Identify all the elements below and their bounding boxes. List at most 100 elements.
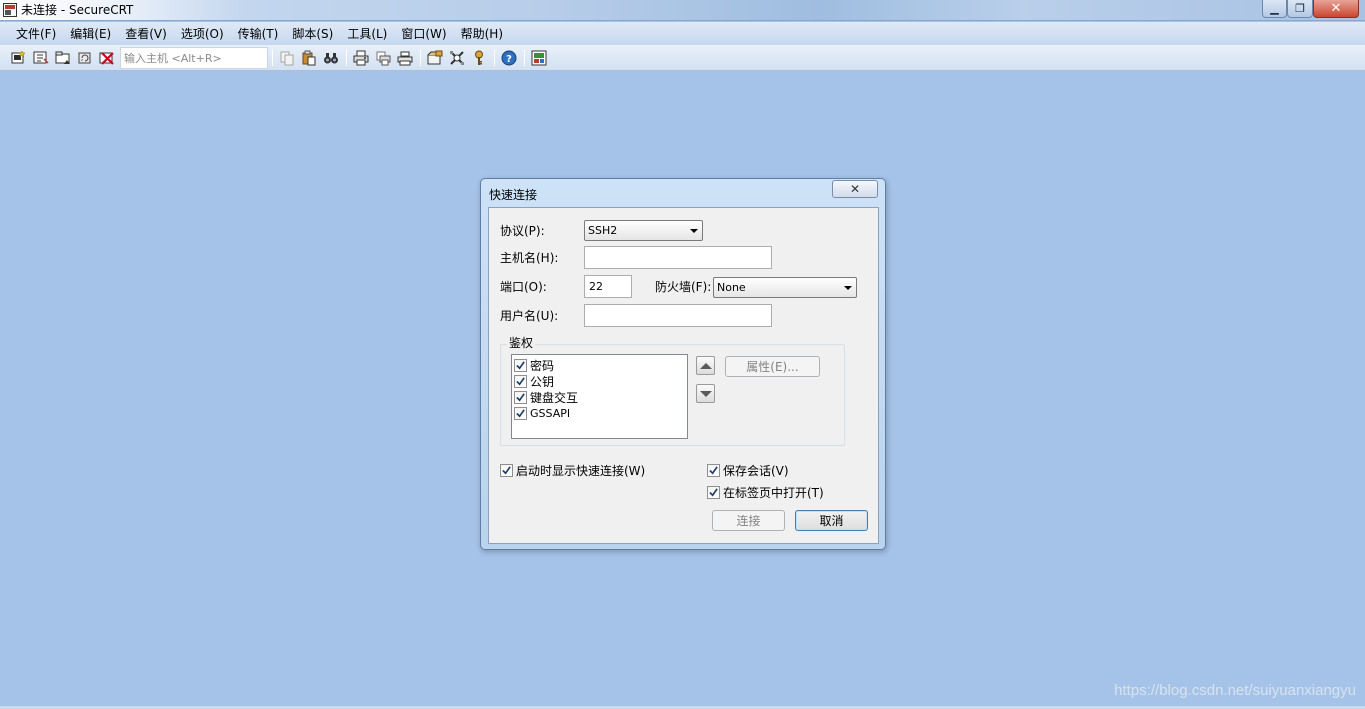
find-icon[interactable]	[322, 49, 340, 67]
copy-icon[interactable]	[278, 49, 296, 67]
open-in-tab-label: 在标签页中打开(T)	[723, 486, 824, 500]
close-icon: ✕	[1330, 1, 1342, 16]
reconnect-icon[interactable]	[76, 49, 94, 67]
print-icon[interactable]	[396, 49, 414, 67]
close-icon: ✕	[849, 182, 861, 196]
connect-button[interactable]: 连接	[712, 510, 785, 531]
show-on-startup-option[interactable]: 启动时显示快速连接(W)	[500, 462, 645, 479]
open-in-tab-option[interactable]: 在标签页中打开(T)	[707, 484, 824, 501]
move-down-button[interactable]	[696, 384, 715, 403]
restore-icon: ❐	[1295, 2, 1305, 15]
print-selection-icon[interactable]	[374, 49, 392, 67]
auth-item-publickey[interactable]: 公钥	[512, 373, 687, 389]
disconnect-icon[interactable]	[98, 49, 116, 67]
firewall-select[interactable]: None	[713, 277, 857, 298]
dialog-close-button[interactable]: ✕	[832, 180, 878, 198]
checkbox[interactable]	[707, 486, 720, 499]
keymap-icon[interactable]	[470, 49, 488, 67]
save-session-option[interactable]: 保存会话(V)	[707, 462, 789, 479]
auth-group-title: 鉴权	[507, 336, 536, 350]
toolbar-separator	[272, 50, 273, 66]
title-bar: 未连接 - SecureCRT ▁ ❐ ✕	[0, 0, 1365, 21]
checkmark-icon	[516, 392, 525, 401]
menu-tools[interactable]: 工具(L)	[340, 24, 394, 44]
connect-in-tab-icon[interactable]	[54, 49, 72, 67]
dropdown-arrow-icon	[690, 229, 698, 233]
checkbox[interactable]	[707, 464, 720, 477]
hostname-input[interactable]	[584, 246, 772, 269]
minimize-button[interactable]: ▁	[1262, 0, 1287, 18]
close-window-button[interactable]: ✕	[1313, 0, 1359, 18]
menu-options[interactable]: 选项(O)	[174, 24, 231, 44]
toolbar: ?	[0, 45, 1365, 71]
quick-connect-icon[interactable]	[32, 49, 50, 67]
toolbar-separator	[524, 50, 525, 66]
checkmark-icon	[502, 466, 511, 475]
menu-file[interactable]: 文件(F)	[9, 24, 63, 44]
hostname-label: 主机名(H):	[500, 251, 559, 265]
watermark-url: https://blog.csdn.net/suiyuanxiangyu	[1114, 682, 1356, 699]
arrow-down-icon	[699, 390, 712, 397]
quick-connect-dialog: 快速连接 ✕ 协议(P): SSH2 主机名(H): 端口(O): 防火墙(F)…	[480, 178, 886, 550]
checkmark-icon	[709, 488, 718, 497]
properties-button[interactable]: 属性(E)...	[725, 356, 820, 377]
help-icon[interactable]: ?	[500, 49, 518, 67]
cancel-button[interactable]: 取消	[795, 510, 868, 531]
restore-button[interactable]: ❐	[1287, 0, 1313, 18]
checkmark-icon	[516, 360, 525, 369]
session-options-icon[interactable]	[426, 49, 444, 67]
username-label: 用户名(U):	[500, 309, 559, 323]
checkmark-icon	[709, 466, 718, 475]
auth-item-label: GSSAPI	[530, 406, 571, 420]
menu-edit[interactable]: 编辑(E)	[63, 24, 118, 44]
dropdown-arrow-icon	[844, 286, 852, 290]
save-session-label: 保存会话(V)	[723, 464, 789, 478]
securecrt-app-icon[interactable]	[3, 3, 17, 17]
minimize-icon: ▁	[1270, 2, 1279, 15]
auth-item-keyboard-interactive[interactable]: 键盘交互	[512, 389, 687, 405]
host-input[interactable]	[120, 47, 268, 69]
auth-item-gssapi[interactable]: GSSAPI	[512, 405, 687, 421]
port-label: 端口(O):	[500, 280, 547, 294]
arrow-up-icon	[699, 362, 712, 369]
checkbox[interactable]	[514, 390, 527, 404]
move-up-button[interactable]	[696, 356, 715, 375]
window-title: 未连接 - SecureCRT	[21, 3, 134, 17]
menu-window[interactable]: 窗口(W)	[394, 24, 453, 44]
auth-item-password[interactable]: 密码	[512, 357, 687, 373]
auth-method-list[interactable]: 密码 公钥 键盘交互 GSSAPI	[511, 354, 688, 439]
dialog-body: 协议(P): SSH2 主机名(H): 端口(O): 防火墙(F): None …	[488, 207, 879, 544]
checkbox[interactable]	[514, 358, 527, 372]
toolbar-separator	[346, 50, 347, 66]
menu-bar: 文件(F) 编辑(E) 查看(V) 选项(O) 传输(T) 脚本(S) 工具(L…	[0, 22, 1365, 45]
checkmark-icon	[516, 376, 525, 385]
username-input[interactable]	[584, 304, 772, 327]
svg-text:?: ?	[506, 54, 512, 65]
connect-icon[interactable]	[10, 49, 28, 67]
sftp-icon[interactable]	[530, 49, 548, 67]
menu-view[interactable]: 查看(V)	[118, 24, 174, 44]
menu-help[interactable]: 帮助(H)	[454, 24, 510, 44]
menu-script[interactable]: 脚本(S)	[285, 24, 340, 44]
protocol-value: SSH2	[588, 224, 618, 237]
print-screen-icon[interactable]	[352, 49, 370, 67]
checkbox[interactable]	[500, 464, 513, 477]
checkmark-icon	[516, 408, 525, 417]
firewall-value: None	[717, 281, 746, 294]
auth-item-label: 密码	[530, 358, 555, 373]
protocol-select[interactable]: SSH2	[584, 220, 703, 241]
auth-item-label: 键盘交互	[530, 390, 579, 405]
auth-item-label: 公钥	[530, 374, 555, 389]
dialog-title: 快速连接	[489, 188, 538, 202]
global-options-icon[interactable]	[448, 49, 466, 67]
toolbar-separator	[494, 50, 495, 66]
port-input[interactable]	[584, 275, 632, 298]
protocol-label: 协议(P):	[500, 224, 545, 238]
checkbox[interactable]	[514, 406, 527, 420]
firewall-label: 防火墙(F):	[655, 280, 712, 294]
paste-icon[interactable]	[300, 49, 318, 67]
menu-transfer[interactable]: 传输(T)	[231, 24, 286, 44]
toolbar-separator	[420, 50, 421, 66]
show-on-startup-label: 启动时显示快速连接(W)	[516, 464, 646, 478]
checkbox[interactable]	[514, 374, 527, 388]
